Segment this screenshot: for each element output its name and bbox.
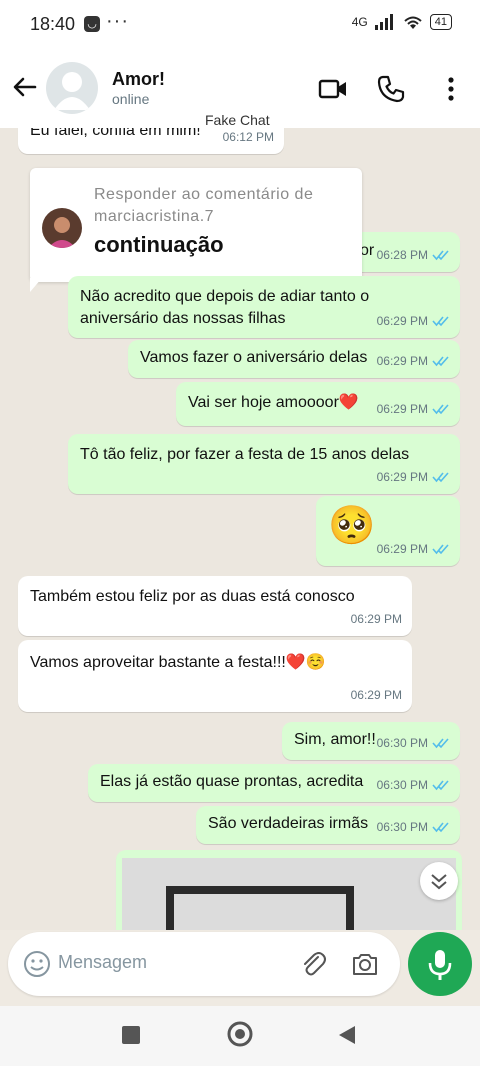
message-text: or xyxy=(360,242,375,259)
message-outgoing[interactable]: Elas já estão quase prontas, acredita 06… xyxy=(88,764,460,802)
message-time: 06:30 PM xyxy=(377,774,450,796)
camera-icon[interactable] xyxy=(350,949,380,979)
scroll-to-bottom-button[interactable] xyxy=(420,862,458,900)
message-outgoing[interactable]: Não acredito que depois de adiar tanto o… xyxy=(68,276,460,338)
chat-messages[interactable]: Eu falei, confia em mim! 06:12 PM or 06:… xyxy=(0,128,480,930)
message-incoming[interactable]: Também estou feliz por as duas está cono… xyxy=(18,576,412,636)
message-text: São verdadeiras irmãs xyxy=(208,815,369,832)
contact-status: online xyxy=(112,91,150,107)
message-text: Não acredito que depois de adiar tanto o… xyxy=(80,288,370,327)
message-outgoing[interactable]: 🥺 06:29 PM xyxy=(316,496,460,566)
mic-button[interactable] xyxy=(408,932,472,996)
mic-icon xyxy=(428,950,452,980)
message-time: 06:30 PM xyxy=(377,816,450,838)
message-time: 06:29 PM xyxy=(377,350,450,372)
message-time: 06:29 PM xyxy=(377,310,450,332)
notification-app-icon: ◡ xyxy=(84,16,100,32)
wifi-icon xyxy=(404,16,422,29)
message-outgoing[interactable]: Sim, amor!! 06:30 PM xyxy=(282,722,460,760)
message-composer[interactable]: Mensagem xyxy=(8,932,400,996)
back-arrow-icon[interactable] xyxy=(10,72,40,102)
message-time: 06:12 PM xyxy=(222,130,274,144)
message-time: 06:29 PM xyxy=(350,612,402,626)
message-outgoing[interactable]: Vai ser hoje amoooor❤️ 06:29 PM xyxy=(176,382,460,426)
contact-avatar[interactable] xyxy=(46,62,98,114)
recents-icon[interactable] xyxy=(120,1024,142,1046)
message-time: 06:29 PM xyxy=(377,466,450,488)
contact-name[interactable]: Amor! xyxy=(112,69,165,90)
status-bar: 18:40 ◡ ··· 4G 41 xyxy=(0,0,480,50)
message-text: Vai ser hoje amoooor❤️ xyxy=(188,394,359,411)
watermark: Fake Chat xyxy=(205,112,270,128)
network-type: 4G xyxy=(351,15,368,29)
read-ticks-icon xyxy=(432,544,449,555)
message-text: Elas já estão quase prontas, acredita xyxy=(100,773,364,790)
message-time: 06:29 PM xyxy=(377,398,450,420)
message-time: 06:30 PM xyxy=(377,732,450,754)
phone-icon[interactable] xyxy=(376,74,406,104)
read-ticks-icon xyxy=(432,250,449,261)
commenter-avatar xyxy=(42,208,82,248)
message-incoming[interactable]: Vamos aproveitar bastante a festa!!!❤️☺️… xyxy=(18,640,412,712)
read-ticks-icon xyxy=(432,472,449,483)
more-vert-icon[interactable] xyxy=(436,74,466,104)
status-indicators: 4G 41 xyxy=(352,14,452,30)
attach-icon[interactable] xyxy=(298,949,328,979)
system-nav-bar xyxy=(0,1006,480,1066)
read-ticks-icon xyxy=(432,822,449,833)
message-outgoing[interactable]: Vamos fazer o aniversário delas 06:29 PM xyxy=(128,340,460,378)
message-text: Tô tão feliz, por fazer a festa de 15 an… xyxy=(80,446,410,463)
message-time: 06:29 PM xyxy=(350,688,402,702)
message-text: Vamos aproveitar bastante a festa!!!❤️☺️ xyxy=(30,654,326,671)
message-incoming[interactable]: Eu falei, confia em mim! 06:12 PM xyxy=(18,128,284,154)
more-notifications-icon: ··· xyxy=(106,10,129,32)
battery-indicator: 41 xyxy=(429,14,452,30)
message-emoji: 🥺 xyxy=(328,505,376,547)
home-icon[interactable] xyxy=(226,1020,254,1048)
reply-header: Responder ao comentário de marciacristin… xyxy=(94,186,314,225)
back-nav-icon[interactable] xyxy=(336,1024,358,1046)
status-time: 18:40 xyxy=(30,14,76,34)
message-text: Vamos fazer o aniversário delas xyxy=(140,349,368,366)
message-time: 06:28 PM xyxy=(377,244,450,266)
message-text: Também estou feliz por as duas está cono… xyxy=(30,588,355,605)
message-time: 06:29 PM xyxy=(377,538,450,560)
signal-icon xyxy=(374,14,393,30)
chevron-down-icon xyxy=(431,874,447,890)
message-text: Eu falei, confia em mim! xyxy=(30,128,201,139)
read-ticks-icon xyxy=(432,780,449,791)
message-outgoing[interactable]: Tô tão feliz, por fazer a festa de 15 an… xyxy=(68,434,460,494)
message-input[interactable]: Mensagem xyxy=(58,952,147,973)
reply-card[interactable]: Responder ao comentário de marciacristin… xyxy=(30,168,362,282)
reply-card-tail xyxy=(30,278,42,292)
message-outgoing[interactable]: São verdadeiras irmãs 06:30 PM xyxy=(196,806,460,844)
video-call-icon[interactable] xyxy=(318,74,348,104)
photo-thumbnail[interactable] xyxy=(122,858,456,930)
emoji-icon[interactable] xyxy=(22,949,52,979)
message-text: Sim, amor!! xyxy=(294,731,376,748)
read-ticks-icon xyxy=(432,316,449,327)
read-ticks-icon xyxy=(432,738,449,749)
reply-text: continuação xyxy=(94,232,224,257)
read-ticks-icon xyxy=(432,404,449,415)
read-ticks-icon xyxy=(432,356,449,367)
